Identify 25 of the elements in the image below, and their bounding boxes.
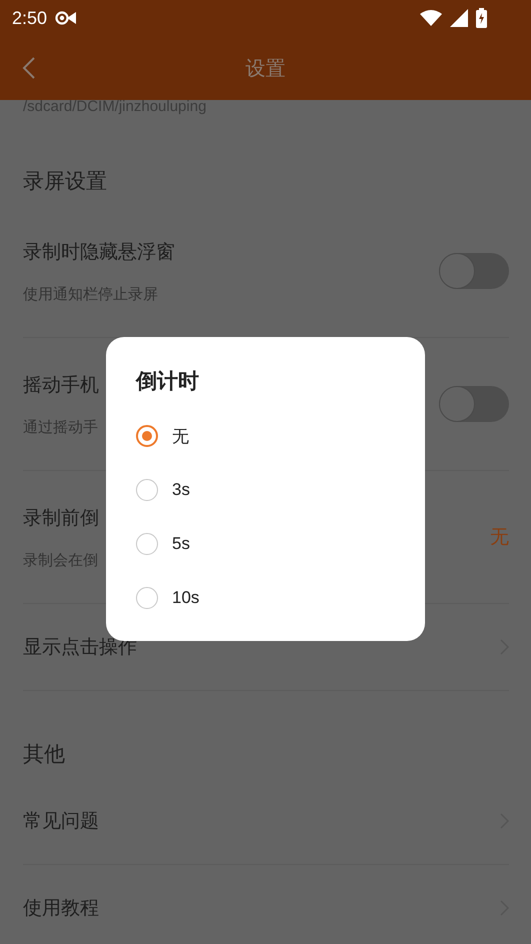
signal-icon xyxy=(450,9,468,27)
dialog-title: 倒计时 xyxy=(136,368,200,395)
setting-title: 录制时隐藏悬浮窗 xyxy=(23,240,175,264)
wifi-icon xyxy=(420,10,442,26)
back-icon[interactable] xyxy=(22,56,36,80)
section-title: 其他 xyxy=(23,741,66,768)
radio-button[interactable] xyxy=(136,587,158,609)
section-title: 录屏设置 xyxy=(23,168,108,195)
setting-title: 常见问题 xyxy=(23,809,99,834)
option-label[interactable]: 无 xyxy=(172,424,189,448)
status-time: 2:50 xyxy=(12,8,48,28)
battery-charging-icon xyxy=(476,8,487,28)
setting-title: 摇动手机 xyxy=(23,372,99,398)
setting-title: 录制前倒 xyxy=(23,506,99,530)
screen-record-icon xyxy=(55,11,78,25)
toggle-switch[interactable] xyxy=(439,386,509,422)
toggle-switch[interactable] xyxy=(439,253,509,289)
radio-button[interactable] xyxy=(136,533,158,555)
option-label[interactable]: 5s xyxy=(172,534,190,554)
option-label[interactable]: 10s xyxy=(172,588,200,608)
setting-title: 使用教程 xyxy=(23,896,99,921)
option-label[interactable]: 3s xyxy=(172,480,190,500)
radio-button[interactable] xyxy=(136,425,158,447)
page-title: 设置 xyxy=(246,54,286,82)
radio-button[interactable] xyxy=(136,479,158,501)
